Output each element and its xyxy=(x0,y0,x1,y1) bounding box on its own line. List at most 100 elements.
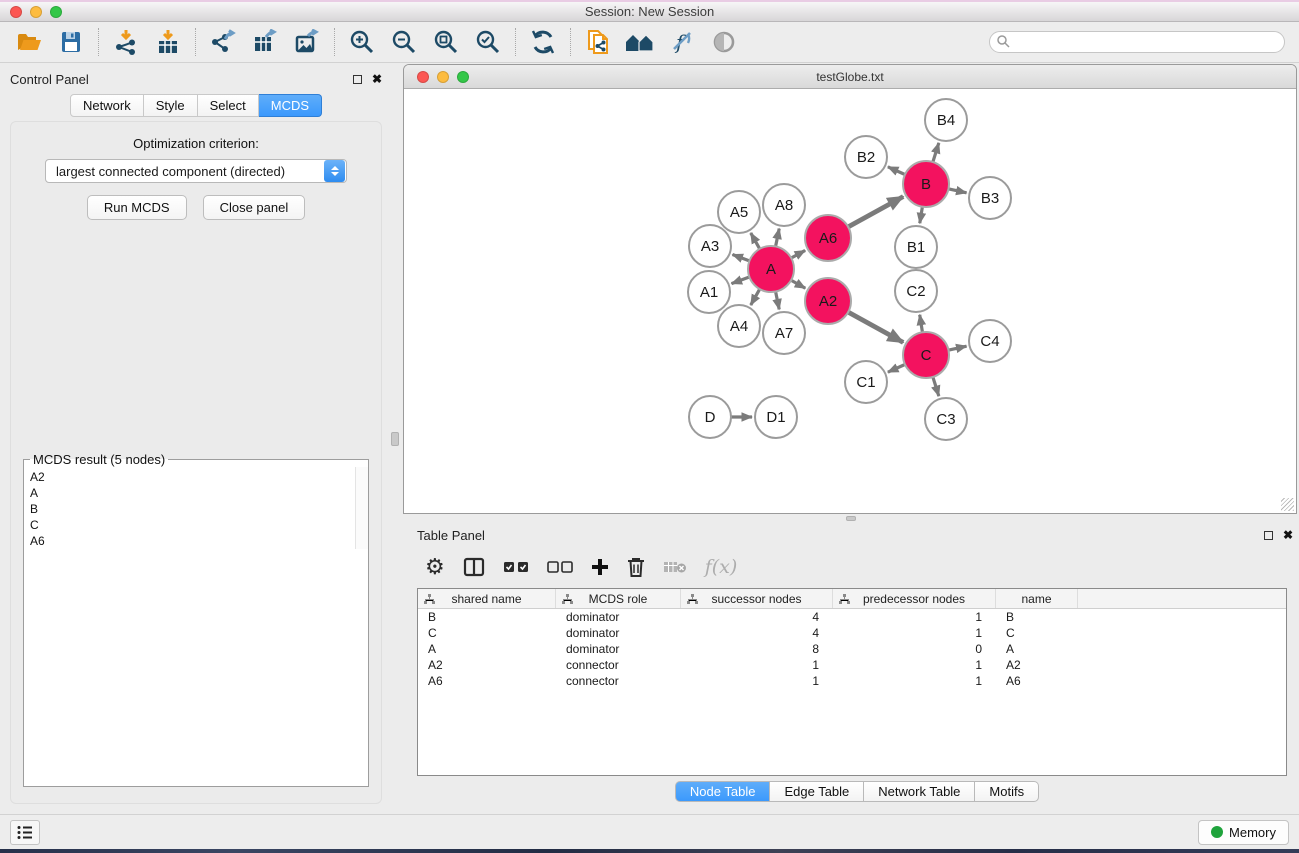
graph-node-A8[interactable]: A8 xyxy=(763,184,805,226)
import-network-icon[interactable] xyxy=(111,27,141,57)
table-cell[interactable]: 1 xyxy=(681,658,833,672)
graph-node-C1[interactable]: C1 xyxy=(845,361,887,403)
table-cell[interactable]: A2 xyxy=(418,658,556,672)
column-header-shared-name[interactable]: shared name xyxy=(418,589,556,608)
graph-node-A[interactable]: A xyxy=(748,246,794,292)
graph-node-A1[interactable]: A1 xyxy=(688,271,730,313)
zoom-network-button[interactable] xyxy=(457,71,469,83)
mcds-result-list[interactable]: A2ABCA6 xyxy=(28,469,368,549)
minimize-network-button[interactable] xyxy=(437,71,449,83)
table-cell[interactable]: 1 xyxy=(833,658,996,672)
graph-edge-A2-C[interactable] xyxy=(846,311,903,342)
table-cell[interactable]: 4 xyxy=(681,626,833,640)
column-header-successor-nodes[interactable]: successor nodes xyxy=(681,589,833,608)
minimize-window-button[interactable] xyxy=(30,6,42,18)
tab-network[interactable]: Network xyxy=(70,94,144,117)
tab-node-table[interactable]: Node Table xyxy=(675,781,771,802)
graph-edge-A-A3[interactable] xyxy=(732,254,751,261)
close-panel-icon[interactable]: ✖ xyxy=(372,73,382,85)
table-cell[interactable]: 4 xyxy=(681,610,833,624)
export-table-icon[interactable] xyxy=(250,27,280,57)
table-cell[interactable]: 1 xyxy=(681,674,833,688)
mcds-result-item[interactable]: B xyxy=(28,501,368,517)
graph-edge-A-A8[interactable] xyxy=(775,229,779,249)
graph-edge-C-C3[interactable] xyxy=(932,375,939,396)
column-settings-icon[interactable]: ⚙ xyxy=(425,554,445,580)
table-cell[interactable]: connector xyxy=(556,674,681,688)
float-panel-icon[interactable] xyxy=(353,75,362,84)
tab-network-table[interactable]: Network Table xyxy=(864,781,975,802)
birds-eye-view-icon[interactable] xyxy=(709,27,739,57)
network-window-titlebar[interactable]: testGlobe.txt xyxy=(404,65,1296,89)
import-table-icon[interactable] xyxy=(153,27,183,57)
graph-node-A3[interactable]: A3 xyxy=(689,225,731,267)
tab-select[interactable]: Select xyxy=(198,94,259,117)
open-file-icon[interactable] xyxy=(14,27,44,57)
add-row-icon[interactable] xyxy=(591,554,609,580)
deselect-all-icon[interactable] xyxy=(547,554,573,580)
table-row[interactable]: Cdominator41C xyxy=(418,625,1286,641)
splitter-handle[interactable] xyxy=(391,432,399,446)
graph-node-A5[interactable]: A5 xyxy=(718,191,760,233)
table-row[interactable]: A2connector11A2 xyxy=(418,657,1286,673)
tab-motifs[interactable]: Motifs xyxy=(975,781,1039,802)
column-header-predecessor-nodes[interactable]: predecessor nodes xyxy=(833,589,996,608)
table-row[interactable]: A6connector11A6 xyxy=(418,673,1286,689)
criterion-dropdown[interactable]: largest connected component (directed) xyxy=(45,159,347,183)
table-cell[interactable]: dominator xyxy=(556,642,681,656)
horizontal-splitter[interactable] xyxy=(403,514,1297,522)
mcds-result-item[interactable]: C xyxy=(28,517,368,533)
refresh-icon[interactable] xyxy=(528,27,558,57)
table-cell[interactable]: connector xyxy=(556,658,681,672)
table-cell[interactable]: B xyxy=(418,610,556,624)
graph-edge-A-A4[interactable] xyxy=(751,287,761,305)
close-panel-button[interactable]: Close panel xyxy=(203,195,306,220)
graph-edge-A6-B[interactable] xyxy=(846,197,903,228)
zoom-fit-icon[interactable] xyxy=(431,27,461,57)
table-cell[interactable]: A xyxy=(996,642,1078,656)
graph-node-A6[interactable]: A6 xyxy=(805,215,851,261)
table-cell[interactable]: dominator xyxy=(556,610,681,624)
fit-columns-icon[interactable] xyxy=(463,554,485,580)
splitter-handle[interactable] xyxy=(846,516,856,521)
table-cell[interactable]: A2 xyxy=(996,658,1078,672)
hide-graphics-details-icon[interactable]: f xyxy=(667,27,697,57)
graph-node-B2[interactable]: B2 xyxy=(845,136,887,178)
float-panel-icon[interactable] xyxy=(1264,531,1273,540)
graph-node-B1[interactable]: B1 xyxy=(895,226,937,268)
new-network-from-selection-icon[interactable] xyxy=(583,27,613,57)
close-window-button[interactable] xyxy=(10,6,22,18)
table-cell[interactable]: 1 xyxy=(833,626,996,640)
graph-edge-B-B4[interactable] xyxy=(932,143,939,164)
result-list-scrollbar[interactable] xyxy=(355,467,368,549)
tab-mcds[interactable]: MCDS xyxy=(259,94,322,117)
graph-edge-A-A5[interactable] xyxy=(751,233,761,251)
close-network-button[interactable] xyxy=(417,71,429,83)
column-header-MCDS-role[interactable]: MCDS role xyxy=(556,589,681,608)
table-cell[interactable]: 0 xyxy=(833,642,996,656)
run-mcds-button[interactable]: Run MCDS xyxy=(87,195,187,220)
zoom-out-icon[interactable] xyxy=(389,27,419,57)
graph-node-A2[interactable]: A2 xyxy=(805,278,851,324)
memory-button[interactable]: Memory xyxy=(1198,820,1289,845)
column-header-name[interactable]: name xyxy=(996,589,1078,608)
graph-edge-B-B3[interactable] xyxy=(947,188,967,192)
graph-edge-B-B2[interactable] xyxy=(888,167,907,176)
first-neighbors-icon[interactable] xyxy=(625,27,655,57)
save-session-icon[interactable] xyxy=(56,27,86,57)
graph-node-B4[interactable]: B4 xyxy=(925,99,967,141)
graph-node-A4[interactable]: A4 xyxy=(718,305,760,347)
graph-node-D[interactable]: D xyxy=(689,396,731,438)
table-cell[interactable]: C xyxy=(996,626,1078,640)
select-all-icon[interactable] xyxy=(503,554,529,580)
export-image-icon[interactable] xyxy=(292,27,322,57)
graph-edge-C-C4[interactable] xyxy=(947,346,967,350)
mcds-result-item[interactable]: A6 xyxy=(28,533,368,549)
export-network-icon[interactable] xyxy=(208,27,238,57)
graph-edge-A-A1[interactable] xyxy=(732,276,752,283)
table-cell[interactable]: A6 xyxy=(418,674,556,688)
graph-node-B[interactable]: B xyxy=(903,161,949,207)
zoom-in-icon[interactable] xyxy=(347,27,377,57)
graph-node-A7[interactable]: A7 xyxy=(763,312,805,354)
graph-node-C3[interactable]: C3 xyxy=(925,398,967,440)
